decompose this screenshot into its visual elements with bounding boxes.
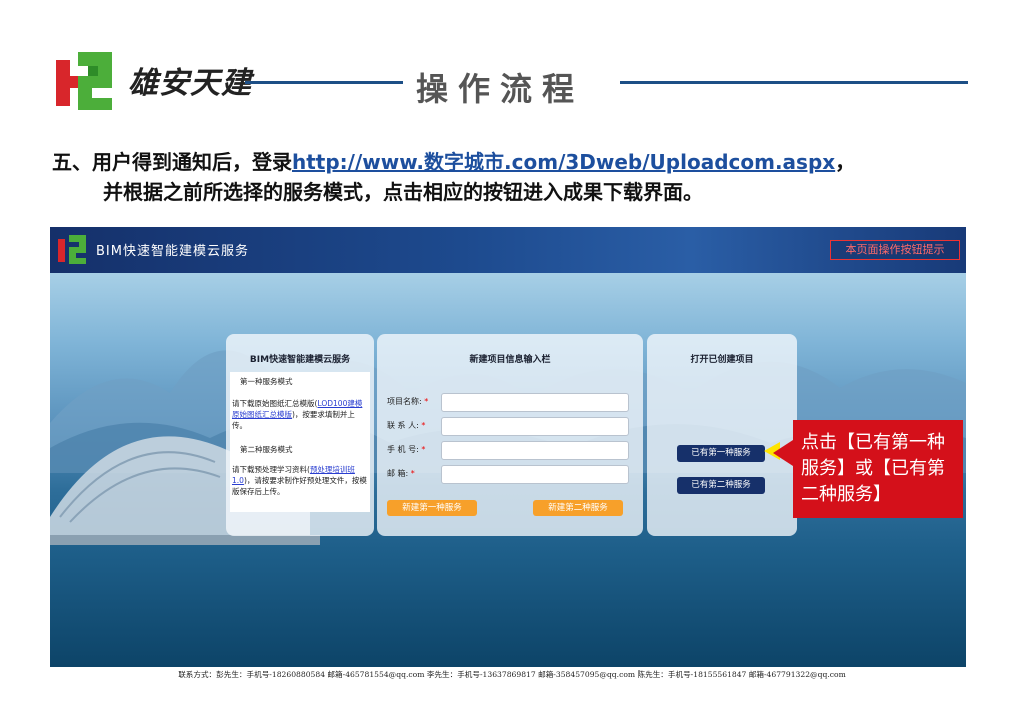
existing-service-2-button[interactable]: 已有第二种服务 [677, 477, 765, 494]
mode1-text-a: 请下载原始图纸汇总模版( [232, 399, 318, 408]
email-input[interactable] [441, 465, 629, 484]
project-name-input[interactable] [441, 393, 629, 412]
mode1-title: 第一种服务模式 [240, 377, 293, 386]
project-name-label: 项目名称: * [387, 397, 429, 406]
company-logo [56, 52, 112, 110]
new-service-1-button[interactable]: 新建第一种服务 [387, 500, 477, 516]
brand-name: 雄安天建 [128, 66, 252, 101]
phone-label: 手 机 号: * [387, 445, 426, 454]
contact-input[interactable] [441, 417, 629, 436]
new-service-2-button[interactable]: 新建第二种服务 [533, 500, 623, 516]
app-logo [58, 235, 86, 264]
page-title: 操作流程 [416, 70, 585, 108]
mode2-text-b: )，请按要求制作好预处理文件，按模版保存后上传。 [232, 476, 367, 496]
title-divider-left [245, 81, 403, 84]
callout-arrow-icon [773, 440, 793, 466]
mode1-text: 请下载原始图纸汇总模版(LOD100建模原始图纸汇总模版)，按要求填制并上传。 [232, 398, 368, 431]
service-info-panel: BIM快速智能建模云服务 第一种服务模式 请下载原始图纸汇总模版(LOD100建… [226, 334, 374, 536]
existing-service-1-button[interactable]: 已有第一种服务 [677, 445, 765, 462]
open-project-panel: 打开已创建项目 已有第一种服务 已有第二种服务 [647, 334, 797, 536]
mode2-text-a: 请下载预处理学习资料( [232, 465, 310, 474]
instruction-line-2: 并根据之前所选择的服务模式，点击相应的按钮进入成果下载界面。 [103, 180, 703, 204]
callout-text: 点击【已有第一种服务】或【已有第二种服务】 [801, 432, 945, 505]
callout-box: 点击【已有第一种服务】或【已有第二种服务】 [793, 420, 963, 518]
operation-help-button[interactable]: 本页面操作按钮提示 [830, 240, 960, 260]
instruction-line-1: 五、用户得到通知后，登录http://www.数字城市.com/3Dweb/Up… [52, 146, 855, 175]
app-title: BIM快速智能建模云服务 [96, 244, 249, 259]
contact-label: 联 系 人: * [387, 421, 426, 430]
new-project-heading: 新建项目信息输入栏 [469, 355, 551, 365]
upload-url-link[interactable]: http://www.数字城市.com/3Dweb/Uploadcom.aspx [292, 150, 835, 174]
contact-footer: 联系方式：彭先生：手机号-18260880584 邮箱-465781554@qq… [178, 670, 846, 679]
new-project-panel: 新建项目信息输入栏 项目名称: * 联 系 人: * 手 机 号: * 邮 箱:… [377, 334, 643, 536]
title-divider-right [620, 81, 968, 84]
email-label: 邮 箱: * [387, 469, 415, 478]
service-info-box: 第一种服务模式 请下载原始图纸汇总模版(LOD100建模原始图纸汇总模版)，按要… [230, 372, 370, 512]
phone-input[interactable] [441, 441, 629, 460]
mode2-title: 第二种服务模式 [240, 445, 293, 454]
instruction-prefix: 五、用户得到通知后，登录 [52, 150, 292, 174]
app-header: BIM快速智能建模云服务 本页面操作按钮提示 [50, 227, 966, 273]
open-project-heading: 打开已创建项目 [690, 355, 754, 365]
service-info-heading: BIM快速智能建模云服务 [249, 355, 351, 365]
instruction-suffix: ， [835, 150, 856, 174]
mode2-text: 请下载预处理学习资料(预处理培训班1.0)，请按要求制作好预处理文件，按模版保存… [232, 464, 368, 497]
